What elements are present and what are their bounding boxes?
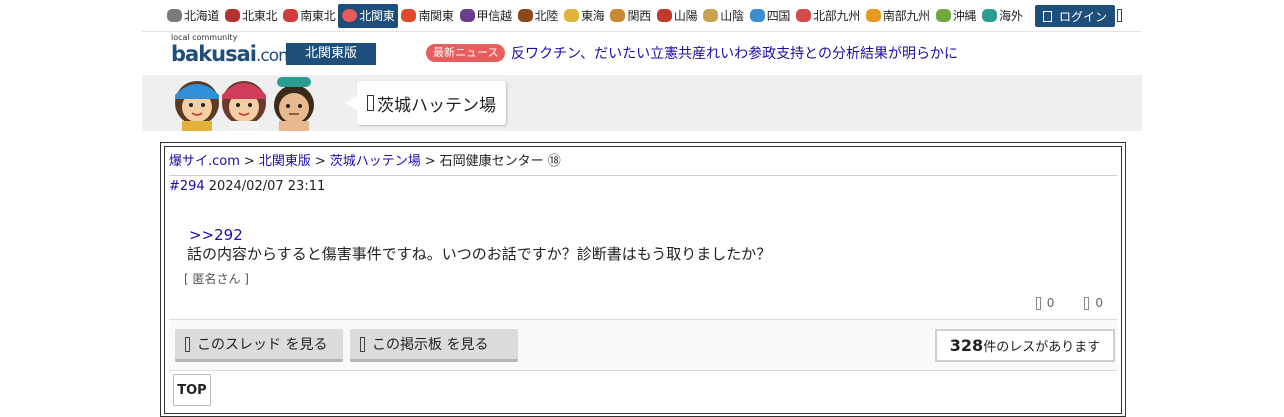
region-7[interactable]: 東海 [561, 4, 607, 28]
board-icon [367, 95, 374, 111]
tohoku-north-icon [225, 9, 241, 22]
dislike-count: 0 [1095, 296, 1103, 310]
region-10[interactable]: 山陰 [700, 4, 746, 28]
res-count-number: 328 [949, 336, 984, 355]
region-label: 北関東 [359, 9, 395, 23]
region-label: 南関東 [418, 9, 454, 23]
dislike-button[interactable]: 0 [1084, 296, 1103, 310]
like-button[interactable]: 0 [1035, 296, 1055, 310]
shachi-icon [564, 9, 580, 22]
region-4[interactable]: 南関東 [398, 4, 456, 28]
shrine-icon [656, 9, 672, 22]
thumbs-down-icon [1084, 296, 1090, 310]
region-2[interactable]: 南東北 [280, 4, 338, 28]
menu-icon[interactable] [1109, 9, 1122, 22]
region-label: 北海道 [184, 9, 220, 23]
breadcrumb-board[interactable]: 茨城ハッテン場 [330, 154, 421, 169]
thumbs-up-icon [1035, 296, 1041, 310]
board-banner: 茨城ハッテン場 [142, 75, 1142, 131]
post-number-link[interactable]: #294 [169, 179, 205, 194]
udon-icon [749, 9, 765, 22]
region-0[interactable]: 北海道 [164, 4, 222, 28]
region-label: 山陽 [673, 9, 698, 23]
hokkaido-icon [167, 9, 182, 22]
region-1[interactable]: 北東北 [222, 4, 280, 28]
news-headline-link[interactable]: 反ワクチン、だいたい立憲共産れいわ参政支持との分析結果が明らかに [511, 43, 958, 63]
top-button[interactable]: TOP [173, 374, 211, 406]
view-board-button[interactable]: この掲示板 を見る [350, 329, 518, 362]
breadcrumb-home[interactable]: 爆サイ.com [169, 154, 240, 169]
like-count: 0 [1046, 296, 1055, 310]
news-badge: 最新ニュース [426, 44, 506, 62]
view-board-label: この掲示板 を見る [372, 337, 489, 353]
login-button[interactable]: ログイン [1035, 5, 1116, 27]
region-label: 東海 [581, 9, 605, 23]
post-container: 爆サイ.com > 北関東版 > 茨城ハッテン場 > 石岡健康センター ⑱ #294 2024… [160, 142, 1126, 417]
breadcrumb-edition[interactable]: 北関東版 [259, 154, 311, 169]
region-label: 海外 [999, 9, 1023, 23]
region-list: 北海道 北東北 南東北 北関東 南関東 甲信越 北陸 東海 関西 山陽 山陰 四国 北部九州 南部九州 沖縄… [164, 3, 1026, 28]
breadcrumb: 爆サイ.com > 北関東版 > 茨城ハッテン場 > 石岡健康センター ⑱ [169, 151, 1117, 176]
region-label: 山陰 [720, 9, 744, 23]
post-header: #294 2024/02/07 23:11 [169, 179, 325, 194]
reply-anchor-link[interactable]: >>292 [189, 226, 243, 244]
post-inner: 爆サイ.com > 北関東版 > 茨城ハッテン場 > 石岡健康センター ⑱ #294 2024… [164, 146, 1122, 414]
region-3[interactable]: 北関東 [338, 3, 399, 28]
site-logo[interactable]: bakusai.com [171, 42, 295, 66]
res-count-box: 328 件のレスがあります [935, 329, 1115, 362]
region-label: 関西 [627, 9, 651, 23]
lock-icon [1043, 10, 1052, 22]
region-5[interactable]: 甲信越 [457, 4, 515, 28]
view-thread-label: このスレッド を見る [197, 337, 328, 353]
region-label: 北東北 [242, 9, 278, 23]
grape-icon [459, 9, 475, 22]
region-6[interactable]: 北陸 [515, 4, 561, 28]
camel-icon [703, 9, 719, 22]
shisa-icon [935, 9, 951, 22]
thread-icon [185, 336, 190, 352]
edition-button[interactable]: 北関東版 [286, 43, 376, 65]
board-list-icon [360, 336, 365, 352]
view-thread-button[interactable]: このスレッド を見る [175, 329, 343, 362]
login-label: ログイン [1059, 9, 1108, 24]
post-author: [ 匿名さん ] [184, 272, 249, 286]
board-title: 茨城ハッテン場 [377, 95, 496, 116]
region-label: 南東北 [300, 9, 336, 23]
region-12[interactable]: 北部九州 [793, 4, 863, 28]
region-label: 南部九州 [882, 9, 930, 23]
mascots-illustration [175, 77, 314, 131]
tokyo-tower-icon [401, 9, 417, 22]
gate-icon [517, 9, 533, 22]
region-11[interactable]: 四国 [747, 4, 793, 28]
takoyaki-icon [610, 9, 626, 22]
logo-tagline: local community [171, 33, 238, 42]
post-body: 話の内容からすると傷害事件ですね。いつのお話ですか？診断書はもう取りましたか？ [187, 245, 772, 263]
region-8[interactable]: 関西 [607, 4, 653, 28]
region-15[interactable]: 海外 [979, 4, 1025, 28]
post-actions: このスレッド を見る この掲示板 を見る 328 件のレスがあります [169, 319, 1117, 371]
logo-name: bakusai [171, 42, 257, 66]
post-date: 2024/02/07 23:11 [208, 179, 326, 194]
region-13[interactable]: 南部九州 [863, 4, 933, 28]
res-count-suffix: 件のレスがあります [983, 340, 1101, 355]
kanto-north-icon [342, 9, 358, 22]
mentaiko-icon [796, 9, 812, 22]
globe-icon [982, 9, 998, 22]
vote-area: 0 0 [1035, 296, 1103, 310]
region-label: 北部九州 [813, 9, 860, 23]
tohoku-south-icon [283, 9, 299, 22]
region-9[interactable]: 山陽 [654, 4, 700, 28]
region-nav: 北海道 北東北 南東北 北関東 南関東 甲信越 北陸 東海 関西 山陽 山陰 四国 北部九州 南部九州 沖縄… [142, 0, 1142, 32]
region-label: 北陸 [534, 9, 559, 23]
mango-icon [865, 9, 881, 22]
breadcrumb-thread: 石岡健康センター ⑱ [439, 154, 561, 169]
site-header: local community bakusai.com 北関東版 最新ニュース … [142, 31, 1142, 75]
region-label: 四国 [766, 9, 791, 23]
region-label: 甲信越 [476, 9, 512, 23]
region-14[interactable]: 沖縄 [933, 4, 979, 28]
board-title-bubble[interactable]: 茨城ハッテン場 [345, 81, 506, 125]
region-label: 沖縄 [952, 9, 977, 23]
